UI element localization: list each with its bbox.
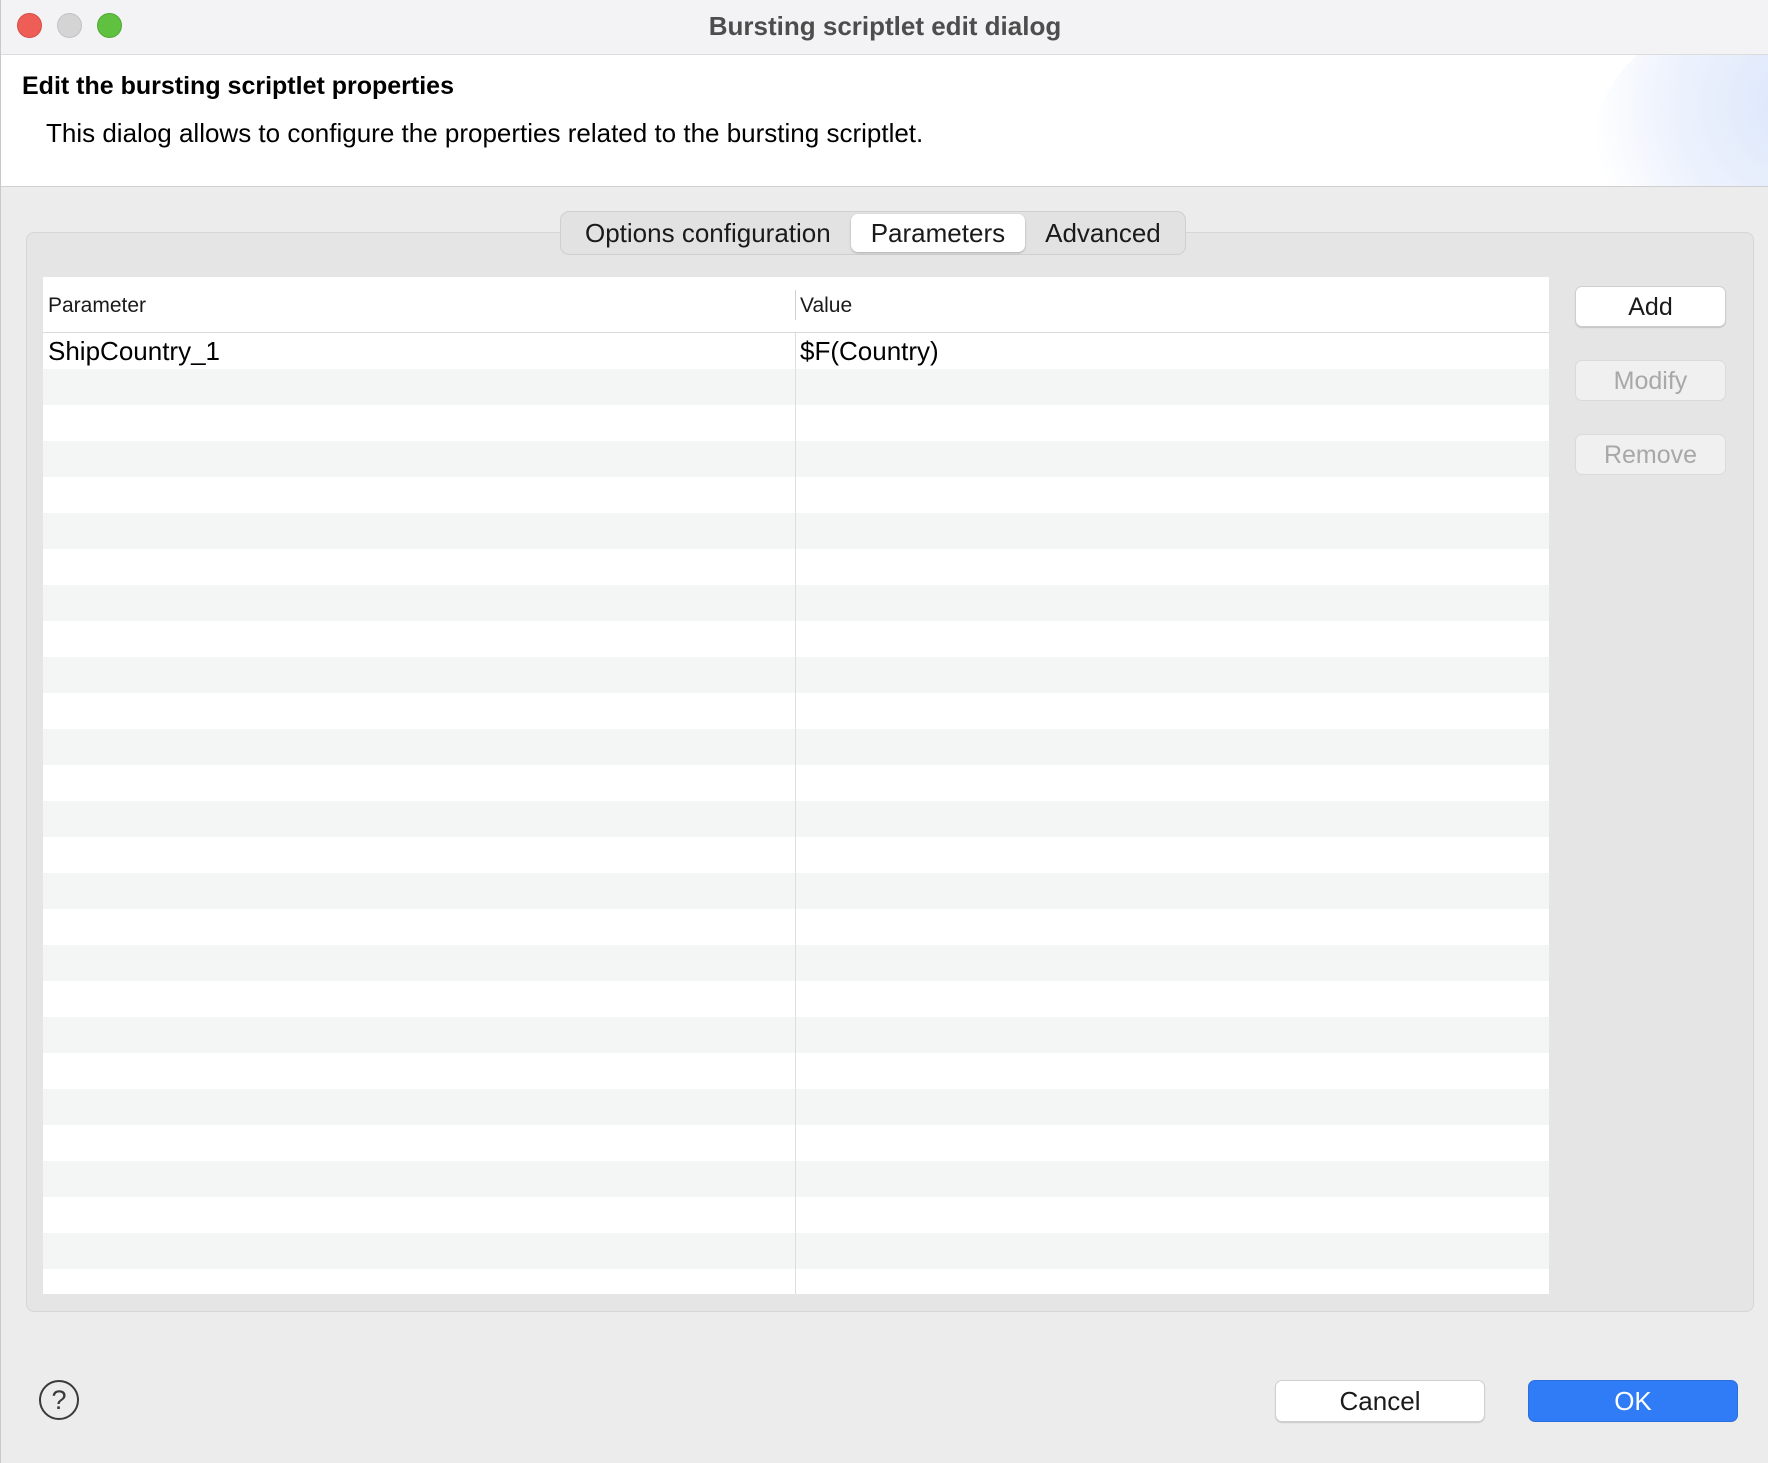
remove-button[interactable]: Remove <box>1575 434 1726 475</box>
header-banner: Edit the bursting scriptlet properties T… <box>1 55 1768 187</box>
tab-parameters[interactable]: Parameters <box>850 214 1026 252</box>
banner-description: This dialog allows to configure the prop… <box>46 118 924 148</box>
tab-options-configuration[interactable]: Options configuration <box>565 214 851 252</box>
column-header-value[interactable]: Value <box>800 277 852 332</box>
add-button[interactable]: Add <box>1575 286 1726 327</box>
table-body: ShipCountry_1 $F(Country) <box>43 333 1549 1294</box>
column-separator <box>795 333 796 1294</box>
value-cell: $F(Country) <box>800 336 939 366</box>
banner-decoration <box>1589 55 1768 186</box>
tab-advanced[interactable]: Advanced <box>1025 214 1181 252</box>
parameters-table[interactable]: Parameter Value ShipCountry_1 $F(Country… <box>43 277 1549 1294</box>
maximize-window-button[interactable] <box>97 13 122 38</box>
dialog-window: Bursting scriptlet edit dialog Edit the … <box>0 0 1768 1463</box>
table-header: Parameter Value <box>43 277 1549 333</box>
column-header-parameter[interactable]: Parameter <box>48 277 146 332</box>
window-title: Bursting scriptlet edit dialog <box>708 11 1062 41</box>
table-row[interactable]: ShipCountry_1 $F(Country) <box>43 333 1549 369</box>
column-divider <box>795 290 796 320</box>
tab-bar: Options configuration Parameters Advance… <box>560 211 1186 255</box>
close-window-button[interactable] <box>17 13 42 38</box>
title-bar: Bursting scriptlet edit dialog <box>1 0 1768 55</box>
banner-title: Edit the bursting scriptlet properties <box>22 72 454 100</box>
ok-button[interactable]: OK <box>1528 1380 1738 1422</box>
help-icon[interactable]: ? <box>39 1380 79 1420</box>
parameter-cell: ShipCountry_1 <box>48 336 220 366</box>
cancel-button[interactable]: Cancel <box>1275 1380 1485 1422</box>
modify-button[interactable]: Modify <box>1575 360 1726 401</box>
minimize-window-button[interactable] <box>57 13 82 38</box>
